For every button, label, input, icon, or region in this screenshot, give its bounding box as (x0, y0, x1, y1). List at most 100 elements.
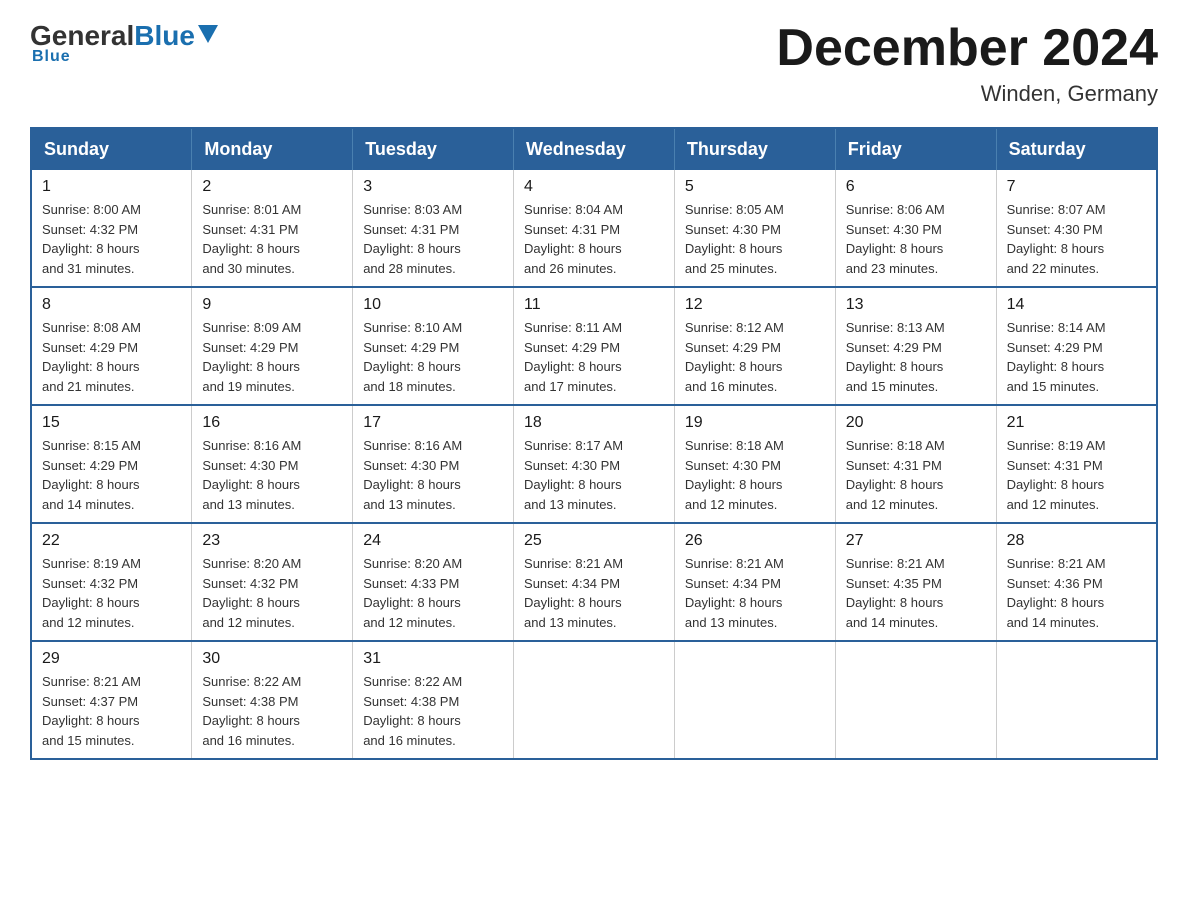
day-number: 17 (363, 414, 503, 432)
header-friday: Friday (835, 128, 996, 170)
day-number: 3 (363, 178, 503, 196)
week-row-3: 15 Sunrise: 8:15 AMSunset: 4:29 PMDaylig… (31, 405, 1157, 523)
day-info: Sunrise: 8:09 AMSunset: 4:29 PMDaylight:… (202, 320, 301, 394)
calendar-cell: 5 Sunrise: 8:05 AMSunset: 4:30 PMDayligh… (674, 170, 835, 287)
day-number: 22 (42, 532, 181, 550)
day-info: Sunrise: 8:07 AMSunset: 4:30 PMDaylight:… (1007, 202, 1106, 276)
day-info: Sunrise: 8:18 AMSunset: 4:30 PMDaylight:… (685, 438, 784, 512)
week-row-5: 29 Sunrise: 8:21 AMSunset: 4:37 PMDaylig… (31, 641, 1157, 759)
calendar-cell: 10 Sunrise: 8:10 AMSunset: 4:29 PMDaylig… (353, 287, 514, 405)
header-wednesday: Wednesday (514, 128, 675, 170)
week-row-1: 1 Sunrise: 8:00 AMSunset: 4:32 PMDayligh… (31, 170, 1157, 287)
calendar-cell: 6 Sunrise: 8:06 AMSunset: 4:30 PMDayligh… (835, 170, 996, 287)
header-tuesday: Tuesday (353, 128, 514, 170)
calendar-cell: 1 Sunrise: 8:00 AMSunset: 4:32 PMDayligh… (31, 170, 192, 287)
day-info: Sunrise: 8:16 AMSunset: 4:30 PMDaylight:… (202, 438, 301, 512)
logo-underline: Blue (32, 48, 71, 66)
day-number: 9 (202, 296, 342, 314)
header-thursday: Thursday (674, 128, 835, 170)
day-info: Sunrise: 8:00 AMSunset: 4:32 PMDaylight:… (42, 202, 141, 276)
calendar-cell: 2 Sunrise: 8:01 AMSunset: 4:31 PMDayligh… (192, 170, 353, 287)
title-block: December 2024 Winden, Germany (776, 20, 1158, 107)
calendar-cell: 15 Sunrise: 8:15 AMSunset: 4:29 PMDaylig… (31, 405, 192, 523)
calendar-cell: 12 Sunrise: 8:12 AMSunset: 4:29 PMDaylig… (674, 287, 835, 405)
week-row-2: 8 Sunrise: 8:08 AMSunset: 4:29 PMDayligh… (31, 287, 1157, 405)
day-number: 1 (42, 178, 181, 196)
calendar-header-row: SundayMondayTuesdayWednesdayThursdayFrid… (31, 128, 1157, 170)
calendar-cell (514, 641, 675, 759)
calendar-cell: 23 Sunrise: 8:20 AMSunset: 4:32 PMDaylig… (192, 523, 353, 641)
day-number: 25 (524, 532, 664, 550)
calendar-cell: 13 Sunrise: 8:13 AMSunset: 4:29 PMDaylig… (835, 287, 996, 405)
calendar-cell (835, 641, 996, 759)
calendar-cell: 9 Sunrise: 8:09 AMSunset: 4:29 PMDayligh… (192, 287, 353, 405)
day-info: Sunrise: 8:10 AMSunset: 4:29 PMDaylight:… (363, 320, 462, 394)
calendar-cell: 25 Sunrise: 8:21 AMSunset: 4:34 PMDaylig… (514, 523, 675, 641)
calendar-cell: 4 Sunrise: 8:04 AMSunset: 4:31 PMDayligh… (514, 170, 675, 287)
day-info: Sunrise: 8:21 AMSunset: 4:37 PMDaylight:… (42, 674, 141, 748)
calendar-cell: 27 Sunrise: 8:21 AMSunset: 4:35 PMDaylig… (835, 523, 996, 641)
day-number: 23 (202, 532, 342, 550)
day-info: Sunrise: 8:21 AMSunset: 4:34 PMDaylight:… (685, 556, 784, 630)
calendar-cell: 21 Sunrise: 8:19 AMSunset: 4:31 PMDaylig… (996, 405, 1157, 523)
day-info: Sunrise: 8:01 AMSunset: 4:31 PMDaylight:… (202, 202, 301, 276)
calendar-cell: 17 Sunrise: 8:16 AMSunset: 4:30 PMDaylig… (353, 405, 514, 523)
day-info: Sunrise: 8:22 AMSunset: 4:38 PMDaylight:… (202, 674, 301, 748)
day-info: Sunrise: 8:05 AMSunset: 4:30 PMDaylight:… (685, 202, 784, 276)
day-number: 24 (363, 532, 503, 550)
calendar-cell: 29 Sunrise: 8:21 AMSunset: 4:37 PMDaylig… (31, 641, 192, 759)
day-number: 2 (202, 178, 342, 196)
calendar-cell: 22 Sunrise: 8:19 AMSunset: 4:32 PMDaylig… (31, 523, 192, 641)
day-number: 15 (42, 414, 181, 432)
day-number: 20 (846, 414, 986, 432)
calendar-cell: 31 Sunrise: 8:22 AMSunset: 4:38 PMDaylig… (353, 641, 514, 759)
day-info: Sunrise: 8:11 AMSunset: 4:29 PMDaylight:… (524, 320, 622, 394)
logo-triangle-icon (198, 25, 218, 43)
day-info: Sunrise: 8:08 AMSunset: 4:29 PMDaylight:… (42, 320, 141, 394)
day-number: 11 (524, 296, 664, 314)
calendar-cell (674, 641, 835, 759)
day-info: Sunrise: 8:04 AMSunset: 4:31 PMDaylight:… (524, 202, 623, 276)
day-info: Sunrise: 8:13 AMSunset: 4:29 PMDaylight:… (846, 320, 945, 394)
header-saturday: Saturday (996, 128, 1157, 170)
day-info: Sunrise: 8:20 AMSunset: 4:32 PMDaylight:… (202, 556, 301, 630)
day-info: Sunrise: 8:15 AMSunset: 4:29 PMDaylight:… (42, 438, 141, 512)
calendar-cell: 19 Sunrise: 8:18 AMSunset: 4:30 PMDaylig… (674, 405, 835, 523)
day-number: 30 (202, 650, 342, 668)
calendar-cell: 30 Sunrise: 8:22 AMSunset: 4:38 PMDaylig… (192, 641, 353, 759)
day-info: Sunrise: 8:18 AMSunset: 4:31 PMDaylight:… (846, 438, 945, 512)
day-number: 21 (1007, 414, 1146, 432)
header-sunday: Sunday (31, 128, 192, 170)
day-number: 10 (363, 296, 503, 314)
day-info: Sunrise: 8:12 AMSunset: 4:29 PMDaylight:… (685, 320, 784, 394)
day-info: Sunrise: 8:21 AMSunset: 4:35 PMDaylight:… (846, 556, 945, 630)
day-number: 8 (42, 296, 181, 314)
day-info: Sunrise: 8:06 AMSunset: 4:30 PMDaylight:… (846, 202, 945, 276)
calendar-cell: 26 Sunrise: 8:21 AMSunset: 4:34 PMDaylig… (674, 523, 835, 641)
day-info: Sunrise: 8:17 AMSunset: 4:30 PMDaylight:… (524, 438, 623, 512)
day-number: 18 (524, 414, 664, 432)
week-row-4: 22 Sunrise: 8:19 AMSunset: 4:32 PMDaylig… (31, 523, 1157, 641)
day-number: 31 (363, 650, 503, 668)
calendar-cell: 24 Sunrise: 8:20 AMSunset: 4:33 PMDaylig… (353, 523, 514, 641)
day-info: Sunrise: 8:21 AMSunset: 4:36 PMDaylight:… (1007, 556, 1106, 630)
month-title: December 2024 (776, 20, 1158, 77)
day-number: 12 (685, 296, 825, 314)
calendar-cell (996, 641, 1157, 759)
day-number: 26 (685, 532, 825, 550)
day-number: 29 (42, 650, 181, 668)
day-info: Sunrise: 8:19 AMSunset: 4:32 PMDaylight:… (42, 556, 141, 630)
day-number: 14 (1007, 296, 1146, 314)
day-info: Sunrise: 8:21 AMSunset: 4:34 PMDaylight:… (524, 556, 623, 630)
location: Winden, Germany (776, 81, 1158, 107)
header-monday: Monday (192, 128, 353, 170)
calendar-cell: 8 Sunrise: 8:08 AMSunset: 4:29 PMDayligh… (31, 287, 192, 405)
calendar-cell: 28 Sunrise: 8:21 AMSunset: 4:36 PMDaylig… (996, 523, 1157, 641)
calendar-cell: 3 Sunrise: 8:03 AMSunset: 4:31 PMDayligh… (353, 170, 514, 287)
calendar-cell: 11 Sunrise: 8:11 AMSunset: 4:29 PMDaylig… (514, 287, 675, 405)
page-header: General Blue Blue December 2024 Winden, … (30, 20, 1158, 107)
day-info: Sunrise: 8:22 AMSunset: 4:38 PMDaylight:… (363, 674, 462, 748)
day-number: 6 (846, 178, 986, 196)
calendar-cell: 18 Sunrise: 8:17 AMSunset: 4:30 PMDaylig… (514, 405, 675, 523)
day-info: Sunrise: 8:14 AMSunset: 4:29 PMDaylight:… (1007, 320, 1106, 394)
